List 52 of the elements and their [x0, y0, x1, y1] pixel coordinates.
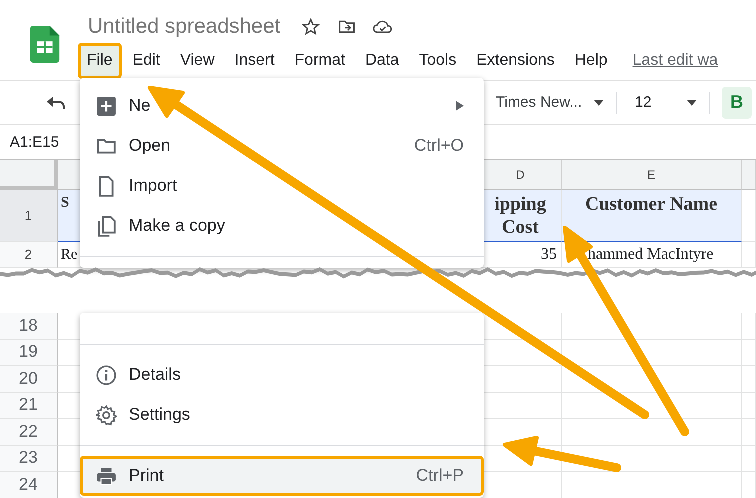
undo-icon[interactable] [46, 96, 66, 110]
cloud-icon[interactable] [372, 18, 393, 36]
font-dropdown[interactable]: Times New... [496, 94, 594, 111]
row-header[interactable]: 19 [0, 340, 58, 366]
table-cell [742, 313, 756, 340]
table-cell [742, 446, 756, 472]
menu-tab[interactable]: Tools [410, 43, 466, 79]
document-title[interactable]: Untitled spreadsheet [88, 15, 281, 39]
table-cell: Customer Name [562, 190, 742, 242]
bold-button[interactable]: B [722, 86, 752, 118]
menu-tab[interactable]: Format [286, 43, 354, 79]
font-size-dropdown[interactable]: 12 [635, 94, 687, 111]
menu-tab[interactable]: View [171, 43, 224, 79]
row-header[interactable]: 2 [0, 242, 58, 268]
caret-icon[interactable] [594, 100, 604, 106]
plus-square-icon [96, 96, 117, 116]
row-header[interactable]: 22 [0, 419, 58, 446]
menu-tab[interactable]: Edit [124, 43, 170, 79]
row-header[interactable]: 18 [0, 313, 58, 340]
menu-tab[interactable]: Data [356, 43, 408, 79]
table-cell [742, 340, 756, 366]
menu-item[interactable]: Print Ctrl+P [80, 456, 484, 496]
caret-icon[interactable] [687, 100, 697, 106]
menu-tab[interactable]: Insert [226, 43, 284, 79]
spreadsheet-logo-icon[interactable] [30, 26, 60, 63]
row-header[interactable]: 20 [0, 366, 58, 392]
row-header[interactable]: 21 [0, 392, 58, 419]
menu-tab[interactable]: File [78, 43, 122, 79]
settings-icon [96, 404, 117, 426]
row-header[interactable]: 23 [0, 446, 58, 472]
menu-item[interactable]: Settings [80, 395, 484, 435]
menu-tab[interactable]: Help [566, 43, 617, 79]
info-icon [96, 364, 117, 386]
last-edit-link[interactable]: Last edit wa [632, 52, 718, 70]
copy-icon [96, 216, 117, 236]
menu-item[interactable]: Details [80, 355, 484, 395]
menu-tab[interactable]: Extensions [468, 43, 564, 79]
row-header[interactable]: 1 [0, 190, 58, 242]
menu-item[interactable]: Ne [80, 86, 484, 126]
table-cell [742, 190, 756, 242]
table-cell [742, 419, 756, 446]
folder-icon[interactable] [336, 18, 357, 36]
table-cell [742, 242, 756, 268]
column-header[interactable]: E [562, 160, 742, 190]
printer-icon [96, 466, 117, 486]
table-cell [742, 392, 756, 419]
shortcut-label: Ctrl+P [416, 466, 464, 486]
shortcut-label: Ctrl+O [414, 136, 464, 156]
table-cell [742, 366, 756, 392]
row-header[interactable]: 24 [0, 472, 58, 498]
name-box[interactable]: A1:E15 [10, 134, 60, 150]
star-icon[interactable] [300, 18, 321, 36]
